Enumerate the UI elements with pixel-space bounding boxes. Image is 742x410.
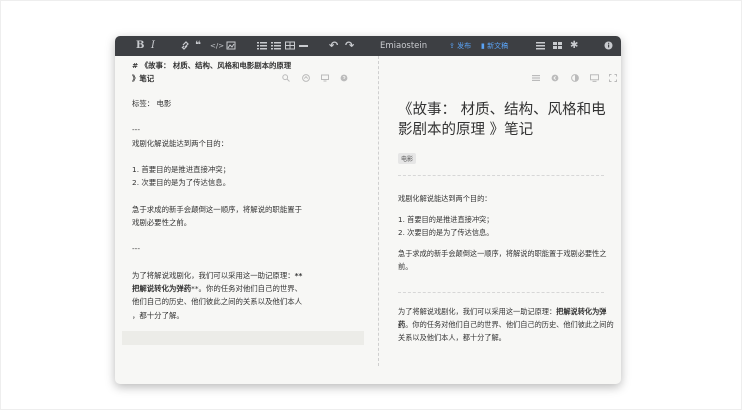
quote-icon[interactable]: ❝ — [195, 36, 201, 56]
toolbar: B I ❝ </> ↶ ↷ Emiaostein ⇪ 发布 ▮ 新文稿 ✱ — [115, 36, 621, 56]
editor-title-line-1[interactable]: # 《故事： 材质、结构、风格和电影剧本的原理 — [132, 60, 291, 71]
preview-para2-text: 为了将解说戏剧化，我们可以采用这一助记原理： — [398, 307, 557, 316]
menu-icon[interactable] — [536, 36, 546, 56]
editor-hr-2[interactable]: --- — [132, 244, 140, 253]
preview-title: 《故事： 材质、结构、风格和电影剧本的原理 》笔记 — [398, 102, 606, 138]
editor-para2-line-4[interactable]: ，都十分了解。 — [132, 310, 184, 321]
info-icon[interactable] — [604, 36, 614, 56]
editor-list-item-2[interactable]: 2. 次要目的是为了传达信息。 — [132, 177, 230, 188]
bold-button[interactable]: B — [136, 36, 144, 56]
numbered-list-icon[interactable] — [271, 36, 281, 56]
editor-para2-text-2: **。你的任务对他们自己的世界、 — [191, 284, 303, 293]
editor-para1-line-1[interactable]: 急于求成的新手会颠倒这一顺序，将解说的职能置于 — [132, 204, 302, 215]
editor-window: B I ❝ </> ↶ ↷ Emiaostein ⇪ 发布 ▮ 新文稿 ✱ # … — [115, 36, 621, 384]
code-icon[interactable]: </> — [210, 36, 224, 56]
editor-hr-1[interactable]: --- — [132, 125, 140, 134]
italic-button[interactable]: I — [151, 36, 155, 56]
preview-list-item-1: 1. 首要目的是推进直接冲突； — [398, 215, 494, 224]
preview-para2: 为了将解说戏剧化，我们可以采用这一助记原理：把解说转化为弹药。你的任务对他们自己… — [398, 305, 616, 344]
bulleted-list-icon[interactable] — [257, 36, 267, 56]
preview-para1: 急于求成的新手会颠倒这一顺序，将解说的职能置于戏剧必要性之前。 — [398, 249, 607, 271]
table-icon[interactable] — [285, 36, 295, 56]
link-icon[interactable] — [180, 36, 190, 56]
preview-intro: 戏剧化解说能达到两个目的： — [398, 194, 492, 203]
new-article-icon: ▮ — [481, 42, 485, 50]
publish-label: 发布 — [457, 42, 472, 50]
brand-name[interactable]: Emiaostein — [380, 36, 427, 56]
new-article-button[interactable]: ▮ 新文稿 — [481, 36, 508, 56]
half-circle-icon[interactable] — [571, 67, 579, 86]
monitor-icon[interactable] — [321, 67, 329, 86]
preview-pane: 《故事： 材质、结构、风格和电影剧本的原理 》笔记 电影 戏剧化解说能达到两个目… — [379, 56, 621, 384]
grid-icon[interactable] — [553, 36, 563, 56]
preview-para2-text-2: 。你的任务对他们自己的世界、他们自己的历史、他们彼此之间的关系以及他们本人，都十… — [398, 320, 614, 342]
editor-para2-text: 为了将解说戏剧化，我们可以采用这一助记原理： — [132, 271, 295, 280]
markdown-editor[interactable]: # 《故事： 材质、结构、风格和电影剧本的原理 》笔记 标签： 电影 --- 戏… — [115, 56, 377, 384]
list-view-icon[interactable] — [532, 67, 540, 86]
horizontal-rule-icon[interactable] — [299, 36, 309, 56]
gear-icon[interactable]: ✱ — [570, 36, 578, 56]
fullscreen-icon[interactable] — [609, 67, 617, 86]
undo-icon[interactable]: ↶ — [329, 36, 338, 56]
editor-para2-line-3[interactable]: 他们自己的历史、他们彼此之间的关系以及他们本人 — [132, 296, 302, 307]
editor-tags-line[interactable]: 标签： 电影 — [132, 98, 171, 109]
desktop-icon[interactable] — [590, 67, 599, 86]
editor-intro-line[interactable]: 戏剧化解说能达到两个目的： — [132, 138, 228, 149]
editor-list-item-1[interactable]: 1. 首要目的是推进直接冲突； — [132, 164, 230, 175]
editor-title-line-2[interactable]: 》笔记 — [132, 73, 154, 84]
preview-divider-2 — [398, 292, 604, 293]
editor-para2-line-2[interactable]: 把解说转化为弹药**。你的任务对他们自己的世界、 — [132, 283, 302, 294]
editor-bold-marker-open: ** — [294, 271, 303, 280]
new-article-label: 新文稿 — [487, 42, 509, 50]
editor-bold-text: 把解说转化为弹药 — [132, 284, 192, 293]
preview-tag[interactable]: 电影 — [398, 153, 417, 164]
preview-list-item-2: 2. 次要目的是为了传达信息。 — [398, 228, 494, 237]
help-icon[interactable] — [340, 67, 348, 86]
publish-icon: ⇪ — [449, 42, 455, 50]
circle-icon[interactable] — [551, 67, 559, 86]
search-icon[interactable] — [282, 67, 290, 86]
image-icon[interactable] — [226, 36, 236, 56]
publish-button[interactable]: ⇪ 发布 — [449, 36, 471, 56]
redo-icon[interactable]: ↷ — [345, 36, 354, 56]
upload-icon[interactable] — [302, 67, 310, 86]
editor-para1-line-2[interactable]: 戏剧必要性之前。 — [132, 217, 191, 228]
current-line-highlight — [122, 331, 364, 345]
editor-para2-line-1[interactable]: 为了将解说戏剧化，我们可以采用这一助记原理：** — [132, 270, 302, 281]
preview-divider-1 — [398, 175, 604, 176]
